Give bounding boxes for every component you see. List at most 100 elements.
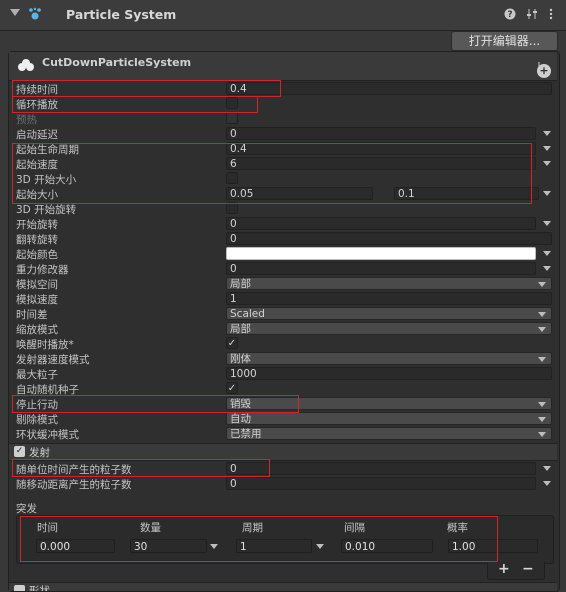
- rate-over-time-field[interactable]: 0: [226, 462, 536, 475]
- rate-over-distance-label: 随移动距离产生的粒子数: [16, 479, 132, 491]
- simulation-space-label: 模拟空间: [16, 279, 58, 291]
- start-delay-field[interactable]: 0: [226, 127, 536, 140]
- particle-system-icon: [29, 7, 41, 20]
- start-size-3d-checkbox[interactable]: [226, 172, 238, 184]
- ring-buffer-mode-label: 环状缓冲模式: [16, 429, 79, 441]
- rate-over-time-mode-icon[interactable]: [543, 466, 551, 471]
- row-start-delay: 启动延迟 0: [9, 126, 557, 141]
- row-rate-over-distance: 随移动距离产生的粒子数 0: [9, 476, 557, 491]
- play-on-awake-checkbox[interactable]: ✓: [226, 337, 238, 349]
- start-color-label: 起始颜色: [16, 249, 58, 261]
- burst-interval-field[interactable]: 0.010: [341, 539, 433, 553]
- gravity-modifier-field[interactable]: 0: [226, 262, 536, 275]
- simulation-speed-label: 模拟速度: [16, 294, 58, 306]
- culling-mode-dropdown[interactable]: 自动: [226, 412, 552, 425]
- remove-burst-button[interactable]: −: [522, 561, 534, 577]
- rate-over-time-label: 随单位时间产生的粒子数: [16, 464, 132, 476]
- bursts-header-count: 数量: [140, 522, 161, 534]
- start-rotation-mode-icon[interactable]: [543, 221, 551, 226]
- start-color-mode-icon[interactable]: [543, 251, 551, 256]
- row-3d-start-rotation: 3D 开始旋转: [9, 201, 557, 216]
- row-culling-mode: 剔除模式 自动: [9, 411, 557, 426]
- bursts-header-time: 时间: [37, 522, 58, 534]
- auto-random-seed-label: 自动随机种子: [16, 384, 79, 396]
- emitter-velocity-mode-dropdown[interactable]: 刚体: [226, 352, 552, 365]
- row-scaling-mode: 缩放模式 局部: [9, 321, 557, 336]
- add-module-icon[interactable]: +: [537, 64, 551, 78]
- stop-action-dropdown[interactable]: 销毁: [226, 397, 552, 410]
- burst-cycles-field[interactable]: 1: [236, 539, 312, 553]
- start-rotation-3d-checkbox[interactable]: [226, 202, 238, 214]
- flip-rotation-label: 翻转旋转: [16, 234, 58, 246]
- row-simulation-speed: 模拟速度 1: [9, 291, 557, 306]
- start-lifetime-mode-icon[interactable]: [543, 146, 551, 151]
- cloud-icon: [18, 59, 34, 71]
- prewarm-label: 预热: [16, 114, 37, 126]
- start-delay-mode-icon[interactable]: [543, 131, 551, 136]
- auto-random-seed-checkbox[interactable]: ✓: [226, 382, 238, 394]
- play-on-awake-label: 唤醒时播放*: [16, 339, 74, 351]
- row-flip-rotation: 翻转旋转 0: [9, 231, 557, 246]
- bursts-add-remove: + −: [487, 561, 545, 580]
- stop-action-label: 停止行动: [16, 399, 58, 411]
- duration-field[interactable]: 0.4: [226, 82, 552, 95]
- scaling-mode-label: 缩放模式: [16, 324, 58, 336]
- start-speed-field[interactable]: 6: [226, 157, 536, 170]
- start-speed-mode-icon[interactable]: [543, 161, 551, 166]
- prewarm-checkbox[interactable]: [226, 112, 238, 124]
- gravity-modifier-mode-icon[interactable]: [543, 266, 551, 271]
- duration-label: 持续时间: [16, 84, 58, 96]
- emitter-velocity-mode-label: 发射器速度模式: [16, 354, 90, 366]
- looping-checkbox[interactable]: [226, 97, 238, 109]
- start-lifetime-field[interactable]: 0.4: [226, 142, 536, 155]
- ring-buffer-mode-dropdown[interactable]: 已禁用: [226, 427, 552, 440]
- shape-enabled-checkbox[interactable]: [14, 585, 25, 591]
- collapse-arrow-icon[interactable]: [10, 9, 20, 16]
- simulation-speed-field[interactable]: 1: [226, 292, 552, 305]
- add-burst-button[interactable]: +: [498, 561, 510, 577]
- max-particles-field[interactable]: 1000: [226, 367, 552, 380]
- gravity-modifier-label: 重力修改器: [16, 264, 69, 276]
- component-header: Particle System ?: [0, 0, 566, 31]
- row-start-rotation: 开始旋转 0: [9, 216, 557, 231]
- bursts-header-probability: 概率: [447, 522, 468, 534]
- row-start-lifetime: 起始生命周期 0.4: [9, 141, 557, 156]
- flip-rotation-field[interactable]: 0: [226, 232, 552, 245]
- start-rotation-field[interactable]: 0: [226, 217, 536, 230]
- burst-count-mode-icon[interactable]: [210, 544, 218, 549]
- burst-cycles-mode-icon[interactable]: [316, 544, 324, 549]
- start-color-swatch[interactable]: [226, 247, 536, 260]
- row-max-particles: 最大粒子 1000: [9, 366, 557, 381]
- preset-icon[interactable]: [526, 8, 538, 20]
- burst-probability-field[interactable]: 1.00: [448, 539, 538, 553]
- burst-time-field[interactable]: 0.000: [36, 539, 115, 553]
- emission-enabled-checkbox[interactable]: ✓: [14, 446, 25, 457]
- svg-text:?: ?: [507, 10, 512, 20]
- start-rotation-3d-label: 3D 开始旋转: [16, 204, 77, 216]
- start-size-min-field[interactable]: 0.05: [226, 187, 373, 200]
- row-rate-over-time: 随单位时间产生的粒子数 0: [9, 461, 557, 476]
- start-size-max-field[interactable]: 0.1: [394, 187, 539, 200]
- row-auto-random-seed: 自动随机种子 ✓: [9, 381, 557, 396]
- row-3d-start-size: 3D 开始大小: [9, 171, 557, 186]
- menu-icon[interactable]: [545, 8, 557, 20]
- delta-time-dropdown[interactable]: Scaled: [226, 307, 552, 320]
- simulation-space-dropdown[interactable]: 局部: [226, 277, 552, 290]
- row-gravity-modifier: 重力修改器 0: [9, 261, 557, 276]
- culling-mode-label: 剔除模式: [16, 414, 58, 426]
- help-icon[interactable]: ?: [504, 8, 516, 20]
- burst-count-field[interactable]: 30: [130, 539, 207, 553]
- rate-over-distance-field[interactable]: 0: [226, 477, 536, 490]
- bursts-label: 突发: [16, 503, 37, 515]
- row-stop-action: 停止行动 销毁: [9, 396, 557, 411]
- start-size-label: 起始大小: [16, 189, 58, 201]
- rate-over-distance-mode-icon[interactable]: [543, 481, 551, 486]
- start-size-mode-icon[interactable]: [543, 191, 551, 196]
- max-particles-label: 最大粒子: [16, 369, 58, 381]
- open-editor-button[interactable]: 打开编辑器...: [451, 31, 558, 51]
- start-lifetime-label: 起始生命周期: [16, 144, 79, 156]
- scaling-mode-dropdown[interactable]: 局部: [226, 322, 552, 335]
- emission-module-header[interactable]: ✓ 发射: [9, 443, 557, 461]
- system-header: CutDownParticleSystem ! +: [9, 52, 557, 81]
- row-start-size: 起始大小 0.05 0.1: [9, 186, 557, 201]
